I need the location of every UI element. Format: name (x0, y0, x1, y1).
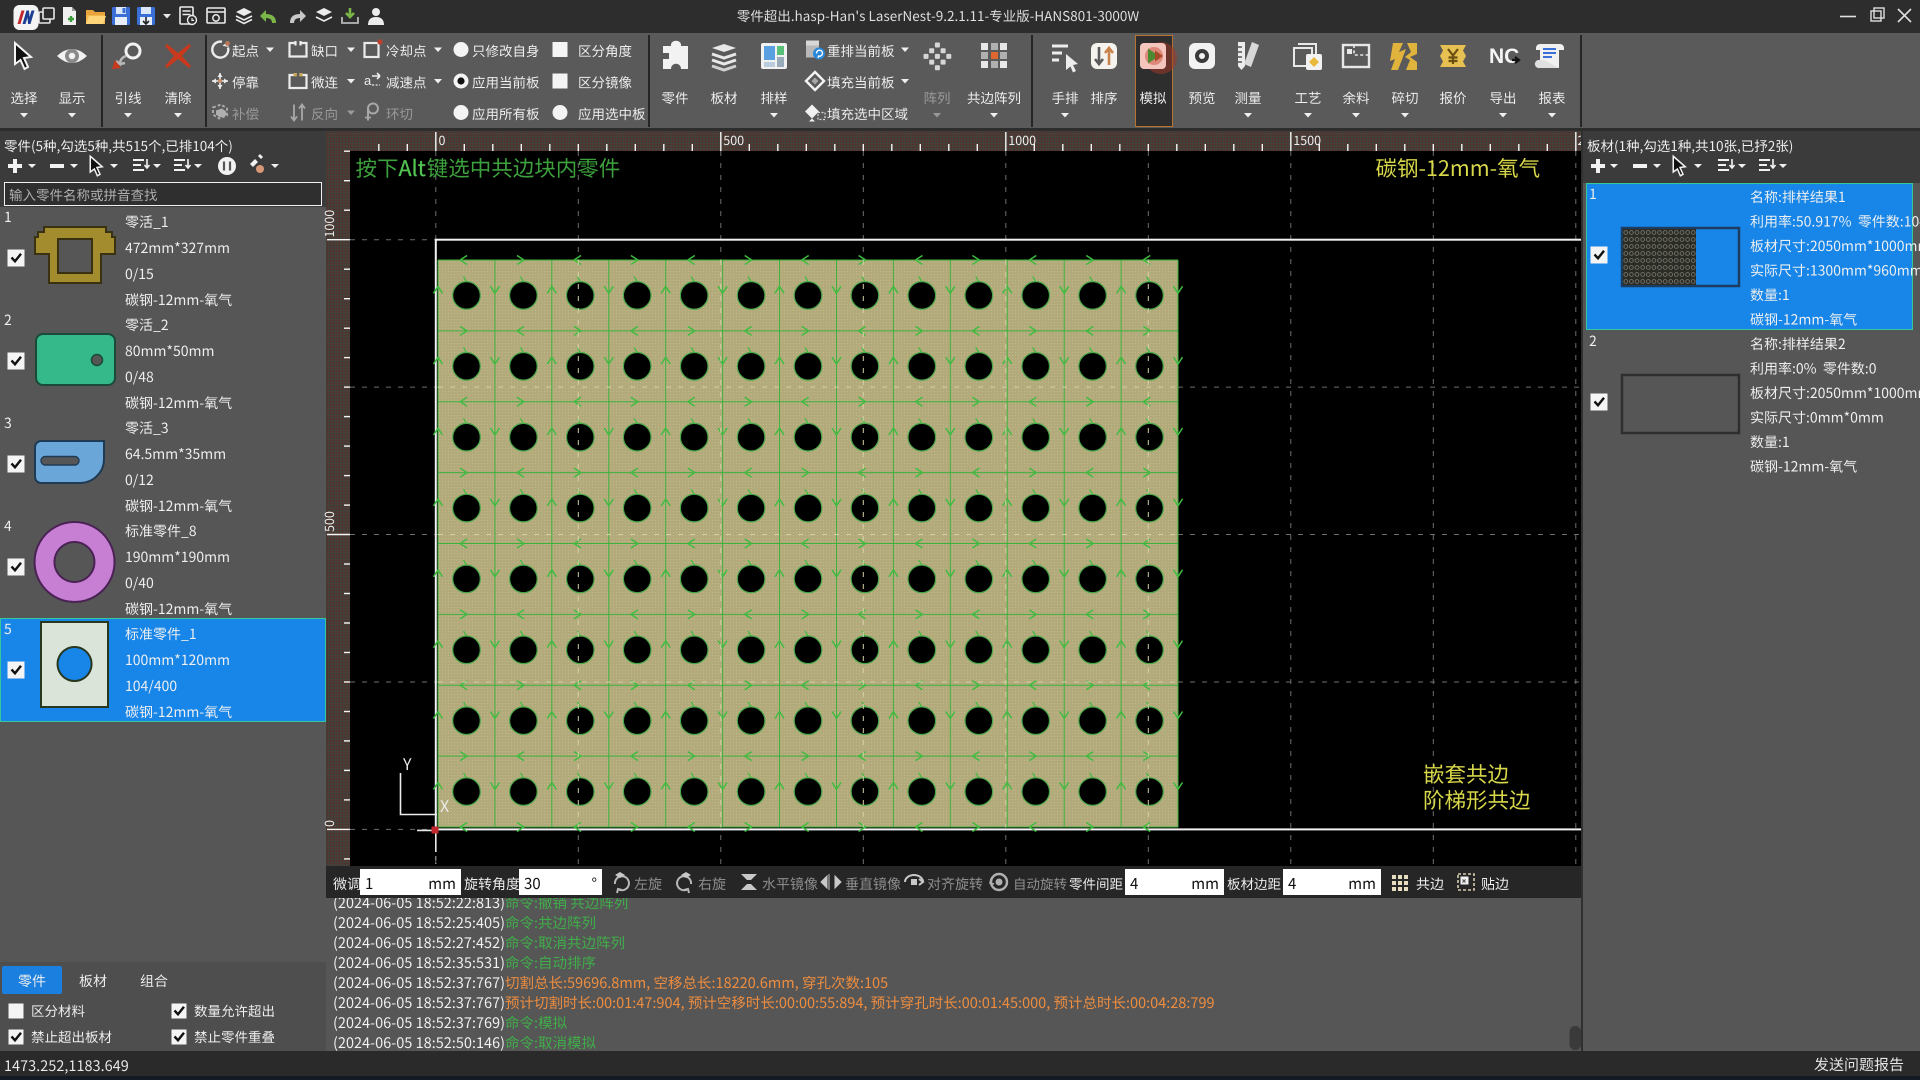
svg-text:NC: NC (1489, 45, 1519, 68)
svg-text:a: a (364, 73, 372, 88)
